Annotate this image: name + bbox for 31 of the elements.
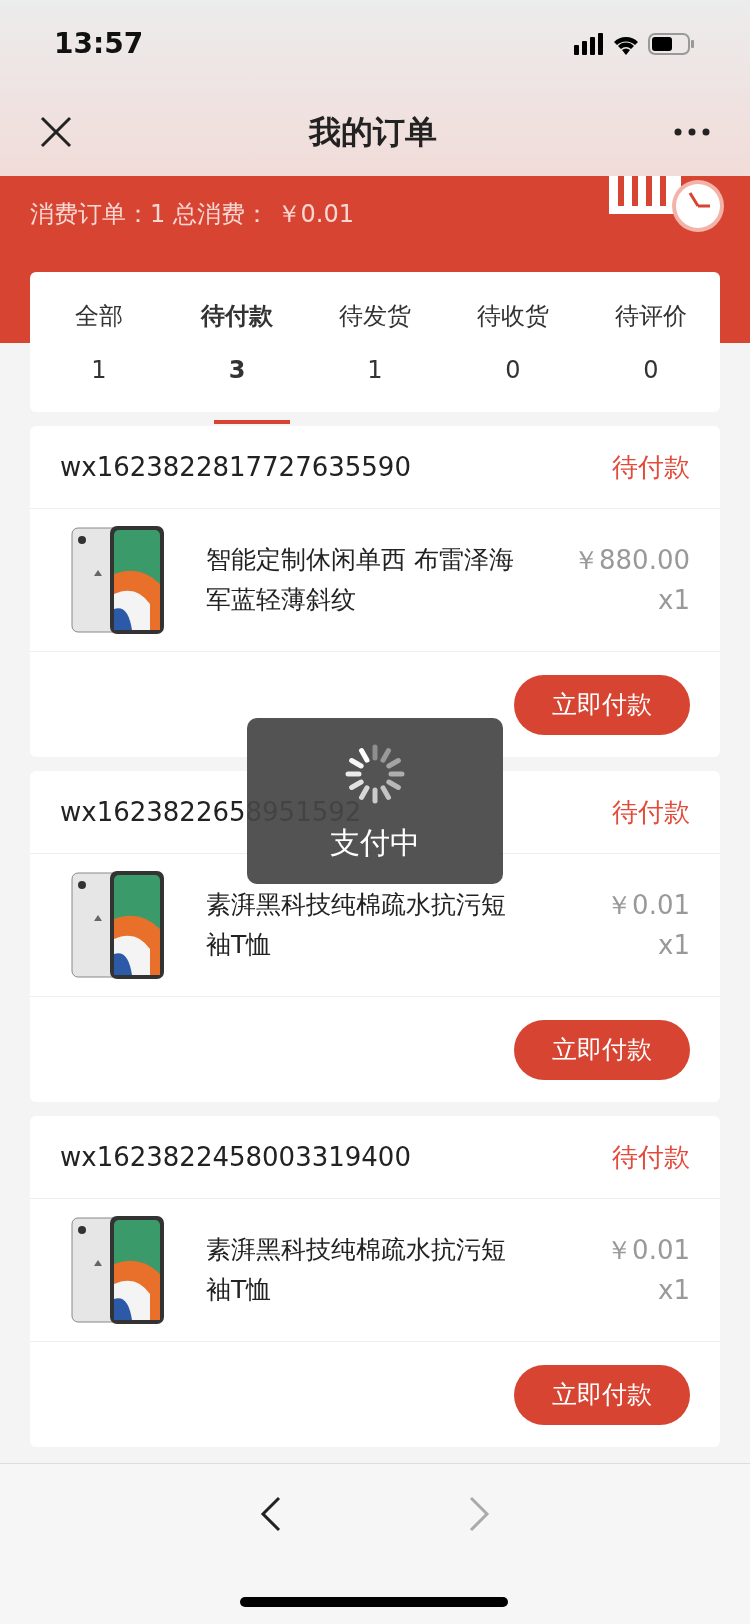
order-tab[interactable]: 待发货 1 (306, 272, 444, 412)
product-name: 素湃黑科技纯棉疏水抗污短袖T恤 (206, 889, 507, 961)
order-tab[interactable]: 待评价 0 (582, 272, 720, 412)
pay-now-button[interactable]: 立即付款 (514, 1364, 690, 1425)
more-icon[interactable] (674, 128, 710, 136)
order-tab[interactable]: 待付款 3 (168, 272, 306, 412)
product-name: 素湃黑科技纯棉疏水抗污短袖T恤 (206, 1234, 507, 1306)
product-name: 智能定制休闲单西 布雷泽海军蓝轻薄斜纹 (206, 544, 515, 616)
close-icon[interactable] (40, 116, 72, 148)
order-status: 待付款 (612, 1140, 690, 1174)
order-number: wx1623822817727635590 (60, 450, 411, 484)
order-status: 待付款 (612, 450, 690, 484)
order-status: 待付款 (612, 795, 690, 829)
product-price: ￥0.01 (606, 1234, 690, 1267)
order-tab[interactable]: 待收货 0 (444, 272, 582, 412)
signal-icon (574, 33, 604, 55)
battery-icon (648, 33, 694, 55)
chevron-left-icon[interactable] (260, 1496, 282, 1532)
toast-message: 支付中 (330, 823, 420, 862)
product-price: ￥0.01 (606, 889, 690, 922)
order-number: wx1623822458003319400 (60, 1140, 411, 1174)
product-quantity: x1 (657, 929, 690, 962)
product-quantity: x1 (657, 584, 690, 617)
page-title: 我的订单 (309, 112, 437, 153)
pay-now-button[interactable]: 立即付款 (514, 674, 690, 735)
product-price: ￥880.00 (573, 544, 690, 577)
clock-time: 13:57 (54, 26, 144, 62)
spending-summary: 消费订单：1 总消费： ￥0.01 (30, 199, 354, 230)
pay-now-button[interactable]: 立即付款 (514, 1019, 690, 1080)
order-tab[interactable]: 全部 1 (30, 272, 168, 412)
product-quantity: x1 (657, 1274, 690, 1307)
